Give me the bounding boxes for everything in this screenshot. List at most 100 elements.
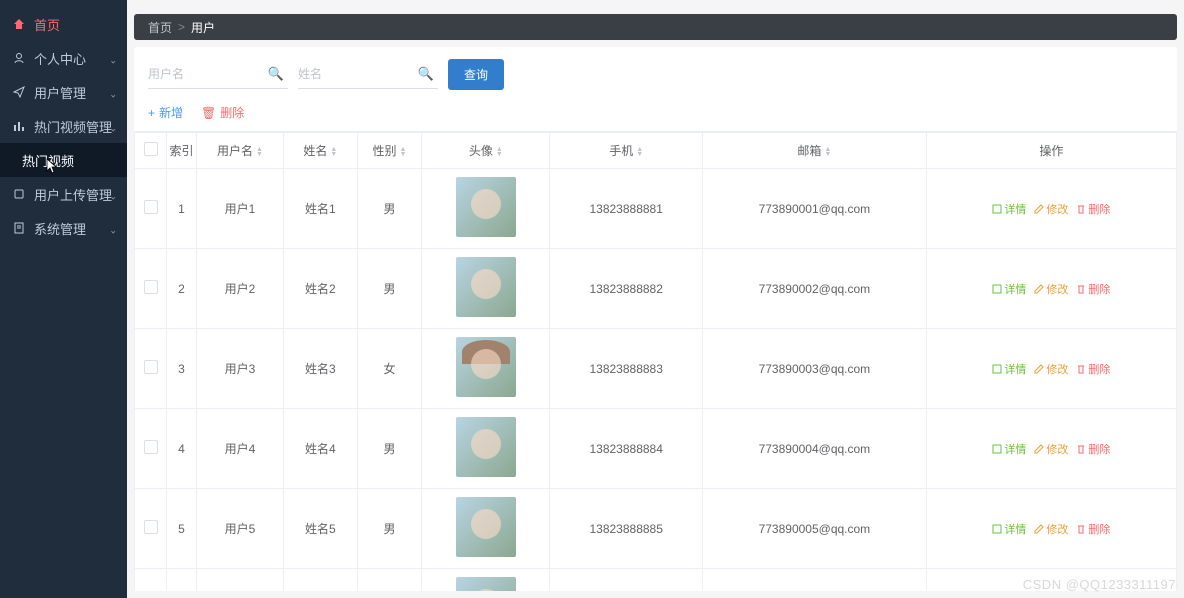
menu-home[interactable]: 首页 (0, 7, 127, 41)
sort-icon[interactable]: ▲▼ (824, 147, 831, 157)
cell-phone: 13823888885 (550, 489, 703, 569)
menu-label: 系统管理 (34, 219, 86, 238)
sort-icon[interactable]: ▲▼ (256, 147, 263, 157)
search-icon: 🔍 (268, 66, 284, 82)
edit-button[interactable]: 修改 (1034, 281, 1068, 297)
cell-email: 773890006@qq.com (703, 569, 927, 592)
chevron-down-icon: ⌃ (109, 53, 117, 64)
sort-icon[interactable]: ▲▼ (636, 147, 643, 157)
cell-gender: 男 (357, 489, 422, 569)
clip-icon (12, 187, 26, 201)
row-delete-button[interactable]: 删除 (1076, 201, 1110, 217)
cell-name: 姓名2 (284, 249, 358, 329)
user-icon (12, 51, 26, 65)
sort-icon[interactable]: ▲▼ (330, 147, 337, 157)
row-delete-button[interactable]: 删除 (1076, 361, 1110, 377)
cell-index: 6 (167, 569, 197, 592)
cell-name: 姓名3 (284, 329, 358, 409)
table-wrap[interactable]: 索引 用户名▲▼ 姓名▲▼ 性别▲▼ 头像▲▼ 手机▲▼ 邮箱▲▼ 操作 1用户… (134, 132, 1177, 591)
avatar (456, 577, 516, 591)
cell-username: 用户6 (197, 569, 284, 592)
menu-upload-mgmt[interactable]: 用户上传管理 ⌃ (0, 177, 127, 211)
menu-label: 个人中心 (34, 49, 86, 68)
breadcrumb-current: 用户 (191, 19, 215, 36)
table-row: 2用户2姓名2男13823888882773890002@qq.com详情修改删… (135, 249, 1177, 329)
th-gender[interactable]: 性别▲▼ (357, 133, 422, 169)
avatar (456, 497, 516, 557)
th-avatar[interactable]: 头像▲▼ (422, 133, 550, 169)
th-email[interactable]: 邮箱▲▼ (703, 133, 927, 169)
cell-index: 5 (167, 489, 197, 569)
row-delete-button[interactable]: 删除 (1076, 521, 1110, 537)
th-username[interactable]: 用户名▲▼ (197, 133, 284, 169)
cell-gender: 男 (357, 249, 422, 329)
user-table: 索引 用户名▲▼ 姓名▲▼ 性别▲▼ 头像▲▼ 手机▲▼ 邮箱▲▼ 操作 1用户… (134, 132, 1177, 591)
row-delete-button[interactable]: 删除 (1076, 281, 1110, 297)
sort-icon[interactable]: ▲▼ (400, 147, 407, 157)
content-card: 🔍 🔍 查询 + 新增 🗑 删除 (134, 47, 1177, 591)
breadcrumb-home[interactable]: 首页 (148, 19, 172, 36)
submenu-hot-video[interactable]: 热门视频 (0, 143, 127, 177)
menu-hot-video[interactable]: 热门视频管理 ⌃ (0, 109, 127, 143)
send-icon (12, 85, 26, 99)
cell-gender: 女 (357, 329, 422, 409)
row-checkbox[interactable] (144, 440, 158, 454)
th-phone[interactable]: 手机▲▼ (550, 133, 703, 169)
menu-user-mgmt[interactable]: 用户管理 ⌃ (0, 75, 127, 109)
cell-index: 1 (167, 169, 197, 249)
cell-username: 用户4 (197, 409, 284, 489)
table-row: 5用户5姓名5男13823888885773890005@qq.com详情修改删… (135, 489, 1177, 569)
breadcrumb: 首页 > 用户 (134, 14, 1177, 40)
cell-ops: 详情修改删除 (926, 249, 1176, 329)
edit-button[interactable]: 修改 (1034, 201, 1068, 217)
row-checkbox[interactable] (144, 280, 158, 294)
doc-icon (12, 221, 26, 235)
search-row: 🔍 🔍 查询 (134, 59, 1177, 100)
add-label: 新增 (159, 104, 183, 121)
add-button[interactable]: + 新增 (148, 104, 183, 121)
detail-button[interactable]: 详情 (992, 521, 1026, 537)
table-row: 3用户3姓名3女13823888883773890003@qq.com详情修改删… (135, 329, 1177, 409)
cell-name: 姓名5 (284, 489, 358, 569)
cell-phone: 13823888882 (550, 249, 703, 329)
menu-system[interactable]: 系统管理 ⌃ (0, 211, 127, 245)
cell-ops: 详情修改删除 (926, 169, 1176, 249)
menu-label: 热门视频 (22, 151, 74, 170)
cell-name: 姓名6 (284, 569, 358, 592)
row-delete-button[interactable]: 删除 (1076, 441, 1110, 457)
edit-button[interactable]: 修改 (1034, 361, 1068, 377)
th-name[interactable]: 姓名▲▼ (284, 133, 358, 169)
cell-phone: 13823888886 (550, 569, 703, 592)
detail-button[interactable]: 详情 (992, 441, 1026, 457)
menu-profile[interactable]: 个人中心 ⌃ (0, 41, 127, 75)
select-all-checkbox[interactable] (144, 142, 158, 156)
cell-username: 用户2 (197, 249, 284, 329)
edit-button[interactable]: 修改 (1034, 441, 1068, 457)
row-checkbox[interactable] (144, 360, 158, 374)
cell-ops: 详情修改删除 (926, 489, 1176, 569)
edit-button[interactable]: 修改 (1034, 521, 1068, 537)
menu-label: 热门视频管理 (34, 117, 112, 136)
bars-icon (12, 119, 26, 133)
detail-button[interactable]: 详情 (992, 281, 1026, 297)
row-checkbox[interactable] (144, 520, 158, 534)
cell-email: 773890005@qq.com (703, 489, 927, 569)
th-index: 索引 (167, 133, 197, 169)
menu-label: 用户管理 (34, 83, 86, 102)
cell-avatar (422, 249, 550, 329)
breadcrumb-sep: > (178, 20, 185, 34)
sort-icon[interactable]: ▲▼ (496, 147, 503, 157)
chevron-down-icon: ⌃ (109, 223, 117, 234)
cell-gender: 男 (357, 409, 422, 489)
cell-email: 773890002@qq.com (703, 249, 927, 329)
home-icon (12, 17, 26, 31)
row-checkbox[interactable] (144, 200, 158, 214)
detail-button[interactable]: 详情 (992, 201, 1026, 217)
cell-email: 773890001@qq.com (703, 169, 927, 249)
detail-button[interactable]: 详情 (992, 361, 1026, 377)
query-button[interactable]: 查询 (448, 59, 504, 90)
delete-button[interactable]: 🗑 删除 (201, 104, 244, 121)
sidebar: 首页 个人中心 ⌃ 用户管理 ⌃ 热门视频管理 ⌃ 热门视频 用户上传管理 ⌃ … (0, 0, 127, 598)
cell-username: 用户3 (197, 329, 284, 409)
cell-ops: 详情修改删除 (926, 569, 1176, 592)
